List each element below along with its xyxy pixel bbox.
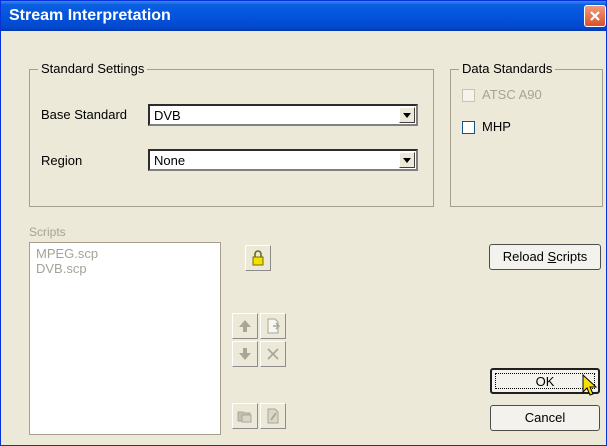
lock-button[interactable] [245,245,271,271]
standard-settings-group: Standard Settings [29,61,434,207]
base-standard-dropdown[interactable]: DVB [148,104,418,126]
folder-copy-icon [237,411,252,423]
arrow-up-icon [239,320,251,332]
lock-icon [252,250,264,266]
list-item[interactable]: MPEG.scp [36,246,98,262]
chevron-down-icon[interactable] [399,107,415,123]
region-value: None [154,153,186,168]
move-up-button[interactable] [232,313,258,339]
base-standard-value: DVB [154,108,181,123]
edit-script-button[interactable] [260,403,286,429]
scripts-label: Scripts [29,225,66,239]
list-item[interactable]: DVB.scp [36,261,87,277]
close-button[interactable] [584,5,606,27]
arrow-down-icon [239,348,251,360]
cancel-label: Cancel [524,410,566,425]
atsc-a90-checkbox[interactable] [462,89,475,102]
mouse-cursor-icon [582,374,598,396]
copy-scripts-button[interactable] [232,403,258,429]
move-down-button[interactable] [232,341,258,367]
standard-settings-legend: Standard Settings [38,61,148,77]
data-standards-legend: Data Standards [459,61,556,77]
delete-icon [267,348,279,360]
region-label: Region [41,153,83,168]
cancel-button[interactable]: Cancel [490,405,600,431]
remove-script-button[interactable] [260,341,286,367]
reload-scripts-mnemonic: S [547,249,557,264]
mhp-label: MHP [482,119,511,134]
add-document-icon [267,318,281,334]
base-standard-label: Base Standard [41,107,128,122]
title-bar: Stream Interpretation [1,1,606,31]
atsc-a90-label: ATSC A90 [482,87,542,102]
focus-rectangle [495,373,595,389]
edit-document-icon [267,408,279,424]
close-icon [590,11,600,21]
reload-scripts-button[interactable]: Reload Scripts [489,244,601,270]
chevron-down-icon[interactable] [399,152,415,168]
region-dropdown[interactable]: None [148,149,418,171]
scripts-listbox[interactable]: MPEG.scp DVB.scp [29,242,221,435]
reload-scripts-label-suffix: cripts [556,249,588,264]
window-title: Stream Interpretation [9,7,171,24]
mhp-checkbox[interactable] [462,121,475,134]
add-script-button[interactable] [260,313,286,339]
stream-interpretation-dialog: Stream Interpretation Standard Settings … [0,0,607,446]
reload-scripts-label-prefix: Reload [502,249,548,264]
